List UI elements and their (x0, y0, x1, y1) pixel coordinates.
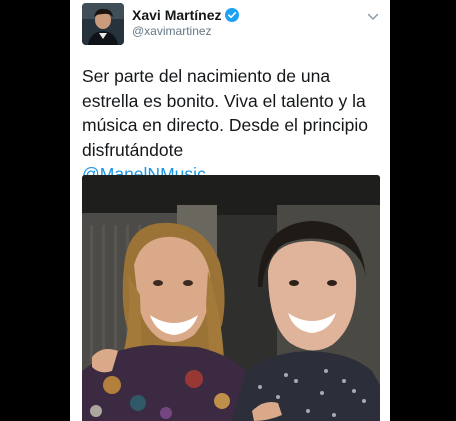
author-handle[interactable]: @xavimartinez (132, 24, 212, 38)
author-display-name[interactable]: Xavi Martínez (132, 7, 221, 23)
tweet-text: Ser parte del nacimiento de una estrella… (82, 64, 382, 187)
tweet-text-body: Ser parte del nacimiento de una estrella… (82, 66, 368, 160)
author-avatar[interactable] (82, 3, 124, 45)
tweet-card: Xavi Martínez @xavimartinez Ser parte de… (70, 0, 390, 421)
verified-badge-icon (225, 8, 240, 22)
tweet-photo[interactable] (82, 175, 380, 421)
chevron-down-icon[interactable] (366, 10, 380, 24)
author-name-row[interactable]: Xavi Martínez (132, 7, 240, 23)
